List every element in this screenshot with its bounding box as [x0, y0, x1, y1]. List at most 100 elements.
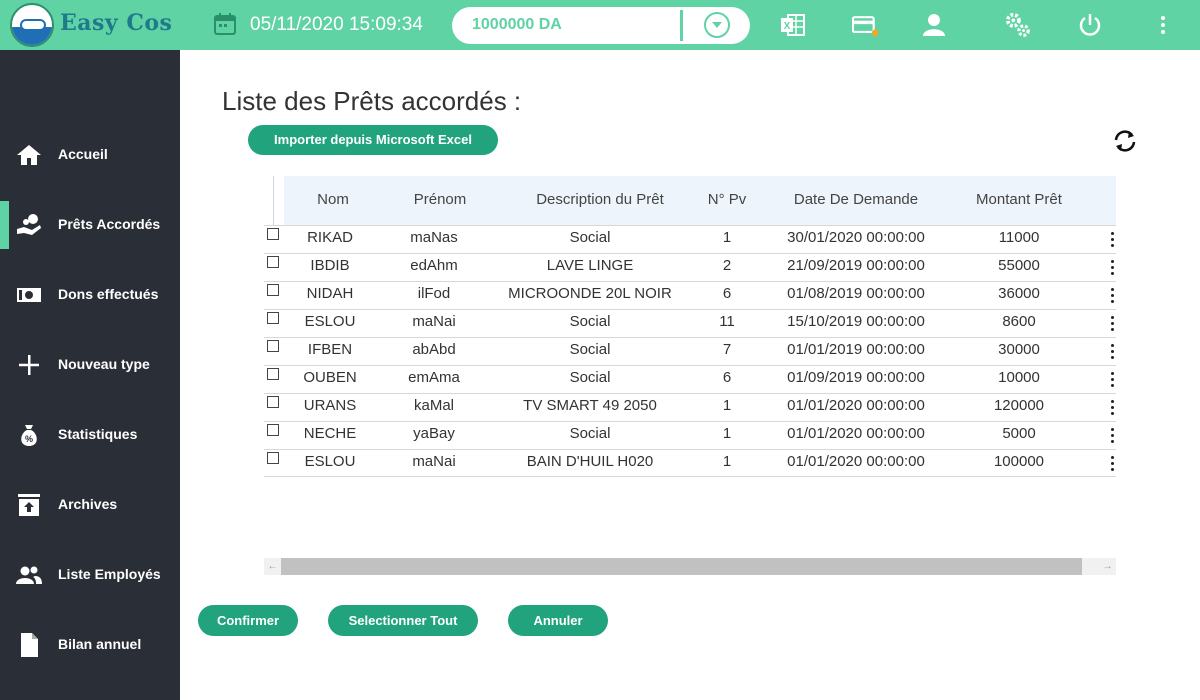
- table-cell: 11: [719, 313, 735, 330]
- power-icon[interactable]: [1077, 12, 1103, 38]
- table-cell: 15/10/2019 00:00:00: [787, 313, 925, 330]
- column-header-description[interactable]: Description du Prêt: [510, 191, 690, 208]
- column-header-num-pv[interactable]: N° Pv: [697, 191, 757, 208]
- budget-separator: [680, 10, 683, 41]
- user-icon[interactable]: [921, 12, 947, 38]
- row-checkbox[interactable]: [267, 368, 279, 380]
- svg-text:%: %: [25, 434, 33, 444]
- table-cell: IFBEN: [307, 341, 353, 358]
- sidebar-item-liste-employes[interactable]: Liste Employés: [0, 551, 180, 599]
- row-menu-icon[interactable]: [1111, 400, 1115, 416]
- money-icon: [17, 288, 41, 302]
- table-row[interactable]: IBDIB edAhm LAVE LINGE 2 21/09/2019 00:00:00…: [264, 253, 1116, 281]
- scroll-right-arrow-icon[interactable]: →: [1099, 558, 1116, 575]
- table-cell: 30/01/2020 00:00:00: [787, 229, 925, 246]
- sidebar-item-label: Accueil: [58, 146, 108, 162]
- table-cell: maNai: [412, 313, 456, 330]
- row-checkbox[interactable]: [267, 340, 279, 352]
- table-cell: 100000: [993, 453, 1045, 470]
- sidebar-item-archives[interactable]: Archives: [0, 481, 180, 529]
- table-row[interactable]: NECHE yaBay Social 1 01/01/2020 00:00:00 5000: [264, 421, 1116, 449]
- table-cell: RIKAD: [307, 229, 353, 246]
- table-cell: NIDAH: [306, 285, 354, 302]
- card-icon[interactable]: [852, 12, 878, 38]
- document-icon: [21, 633, 38, 657]
- sidebar-item-label: Statistiques: [58, 426, 138, 442]
- table-row[interactable]: OUBEN emAma Social 6 01/09/2019 00:00:00 1000…: [264, 365, 1116, 393]
- sidebar-item-prets-accordes[interactable]: Prêts Accordés: [0, 201, 180, 249]
- app-name: Easy Cos: [60, 10, 173, 36]
- row-checkbox[interactable]: [267, 312, 279, 324]
- table-header-divider: [273, 176, 274, 225]
- column-header-date-demande[interactable]: Date De Demande: [770, 191, 942, 208]
- row-checkbox[interactable]: [267, 228, 279, 240]
- table-row[interactable]: URANS kaMal TV SMART 49 2050 1 01/01/2020 00…: [264, 393, 1116, 421]
- row-menu-icon[interactable]: [1111, 232, 1115, 248]
- svg-text:X: X: [784, 21, 791, 32]
- table-cell: 8600: [1002, 313, 1036, 330]
- table-cell: TV SMART 49 2050: [523, 397, 657, 414]
- page-title: Liste des Prêts accordés :: [222, 86, 522, 116]
- top-bar: Easy Cos 05/11/2020 15:09:34 1000000 DA …: [0, 0, 1200, 50]
- home-icon: [17, 145, 41, 165]
- row-menu-icon[interactable]: [1111, 316, 1115, 332]
- table-cell: 21/09/2019 00:00:00: [787, 257, 925, 274]
- table-cell: 11000: [998, 229, 1040, 246]
- table-cell: 2: [722, 257, 732, 274]
- table-row[interactable]: IFBEN abAbd Social 7 01/01/2019 00:00:00 3000…: [264, 337, 1116, 365]
- sidebar-item-nouveau-type[interactable]: Nouveau type: [0, 341, 180, 389]
- row-menu-icon[interactable]: [1111, 260, 1115, 276]
- horizontal-scrollbar[interactable]: ← →: [264, 558, 1116, 575]
- excel-icon[interactable]: X: [780, 12, 806, 38]
- sidebar-item-bilan-annuel[interactable]: Bilan annuel: [0, 621, 180, 669]
- row-checkbox[interactable]: [267, 256, 279, 268]
- table-cell: 120000: [993, 397, 1045, 414]
- table-row[interactable]: RIKAD maNas Social 1 30/01/2020 00:00:00 1100…: [264, 225, 1116, 253]
- scrollbar-thumb[interactable]: [281, 558, 1082, 575]
- sidebar-item-dons-effectues[interactable]: Dons effectués: [0, 271, 180, 319]
- row-checkbox[interactable]: [267, 452, 279, 464]
- column-header-montant[interactable]: Montant Prêt: [955, 191, 1083, 208]
- row-checkbox[interactable]: [267, 396, 279, 408]
- table-cell: Social: [569, 229, 611, 246]
- table-cell: 01/09/2019 00:00:00: [787, 369, 925, 386]
- table-cell: ESLOU: [304, 313, 356, 330]
- table-cell: LAVE LINGE: [546, 257, 634, 274]
- table-row[interactable]: ESLOU maNai Social 11 15/10/2019 00:00:00 860…: [264, 309, 1116, 337]
- archive-icon: [18, 494, 40, 516]
- table-cell: 01/01/2020 00:00:00: [787, 397, 925, 414]
- confirm-button[interactable]: Confirmer: [198, 605, 298, 636]
- column-header-prenom[interactable]: Prénom: [395, 191, 485, 208]
- chevron-down-icon[interactable]: [704, 12, 730, 38]
- row-menu-icon[interactable]: [1111, 344, 1115, 360]
- row-menu-icon[interactable]: [1111, 456, 1115, 472]
- row-checkbox[interactable]: [267, 284, 279, 296]
- table-row[interactable]: NIDAH ilFod MICROONDE 20L NOIR 6 01/08/2019 …: [264, 281, 1116, 309]
- row-checkbox[interactable]: [267, 424, 279, 436]
- more-vertical-icon[interactable]: [1150, 12, 1176, 38]
- budget-selector[interactable]: 1000000 DA: [452, 7, 750, 44]
- calendar-icon: [214, 13, 236, 35]
- refresh-icon[interactable]: [1112, 128, 1138, 154]
- table-row[interactable]: ESLOU maNai BAIN D'HUIL H020 1 01/01/2020 00…: [264, 449, 1116, 477]
- cancel-button[interactable]: Annuler: [508, 605, 608, 636]
- sidebar-item-accueil[interactable]: Accueil: [0, 131, 180, 179]
- settings-icon[interactable]: [1005, 12, 1031, 38]
- scroll-left-arrow-icon[interactable]: ←: [264, 558, 281, 575]
- column-header-nom[interactable]: Nom: [303, 191, 363, 208]
- table-cell: Social: [569, 369, 611, 386]
- logo-icon: [10, 3, 54, 47]
- row-menu-icon[interactable]: [1111, 428, 1115, 444]
- table-cell: 1: [722, 397, 732, 414]
- plus-icon: [19, 355, 39, 375]
- table-cell: NECHE: [303, 425, 357, 442]
- sidebar-item-label: Dons effectués: [58, 286, 159, 302]
- row-menu-icon[interactable]: [1111, 288, 1115, 304]
- row-menu-icon[interactable]: [1111, 372, 1115, 388]
- select-all-button[interactable]: Selectionner Tout: [328, 605, 478, 636]
- datetime-display: 05/11/2020 15:09:34: [250, 14, 423, 35]
- table-cell: 01/01/2020 00:00:00: [787, 453, 925, 470]
- sidebar-item-statistiques[interactable]: % Statistiques: [0, 411, 180, 459]
- import-excel-button[interactable]: Importer depuis Microsoft Excel: [248, 125, 498, 155]
- logo-area: Easy Cos: [0, 0, 180, 50]
